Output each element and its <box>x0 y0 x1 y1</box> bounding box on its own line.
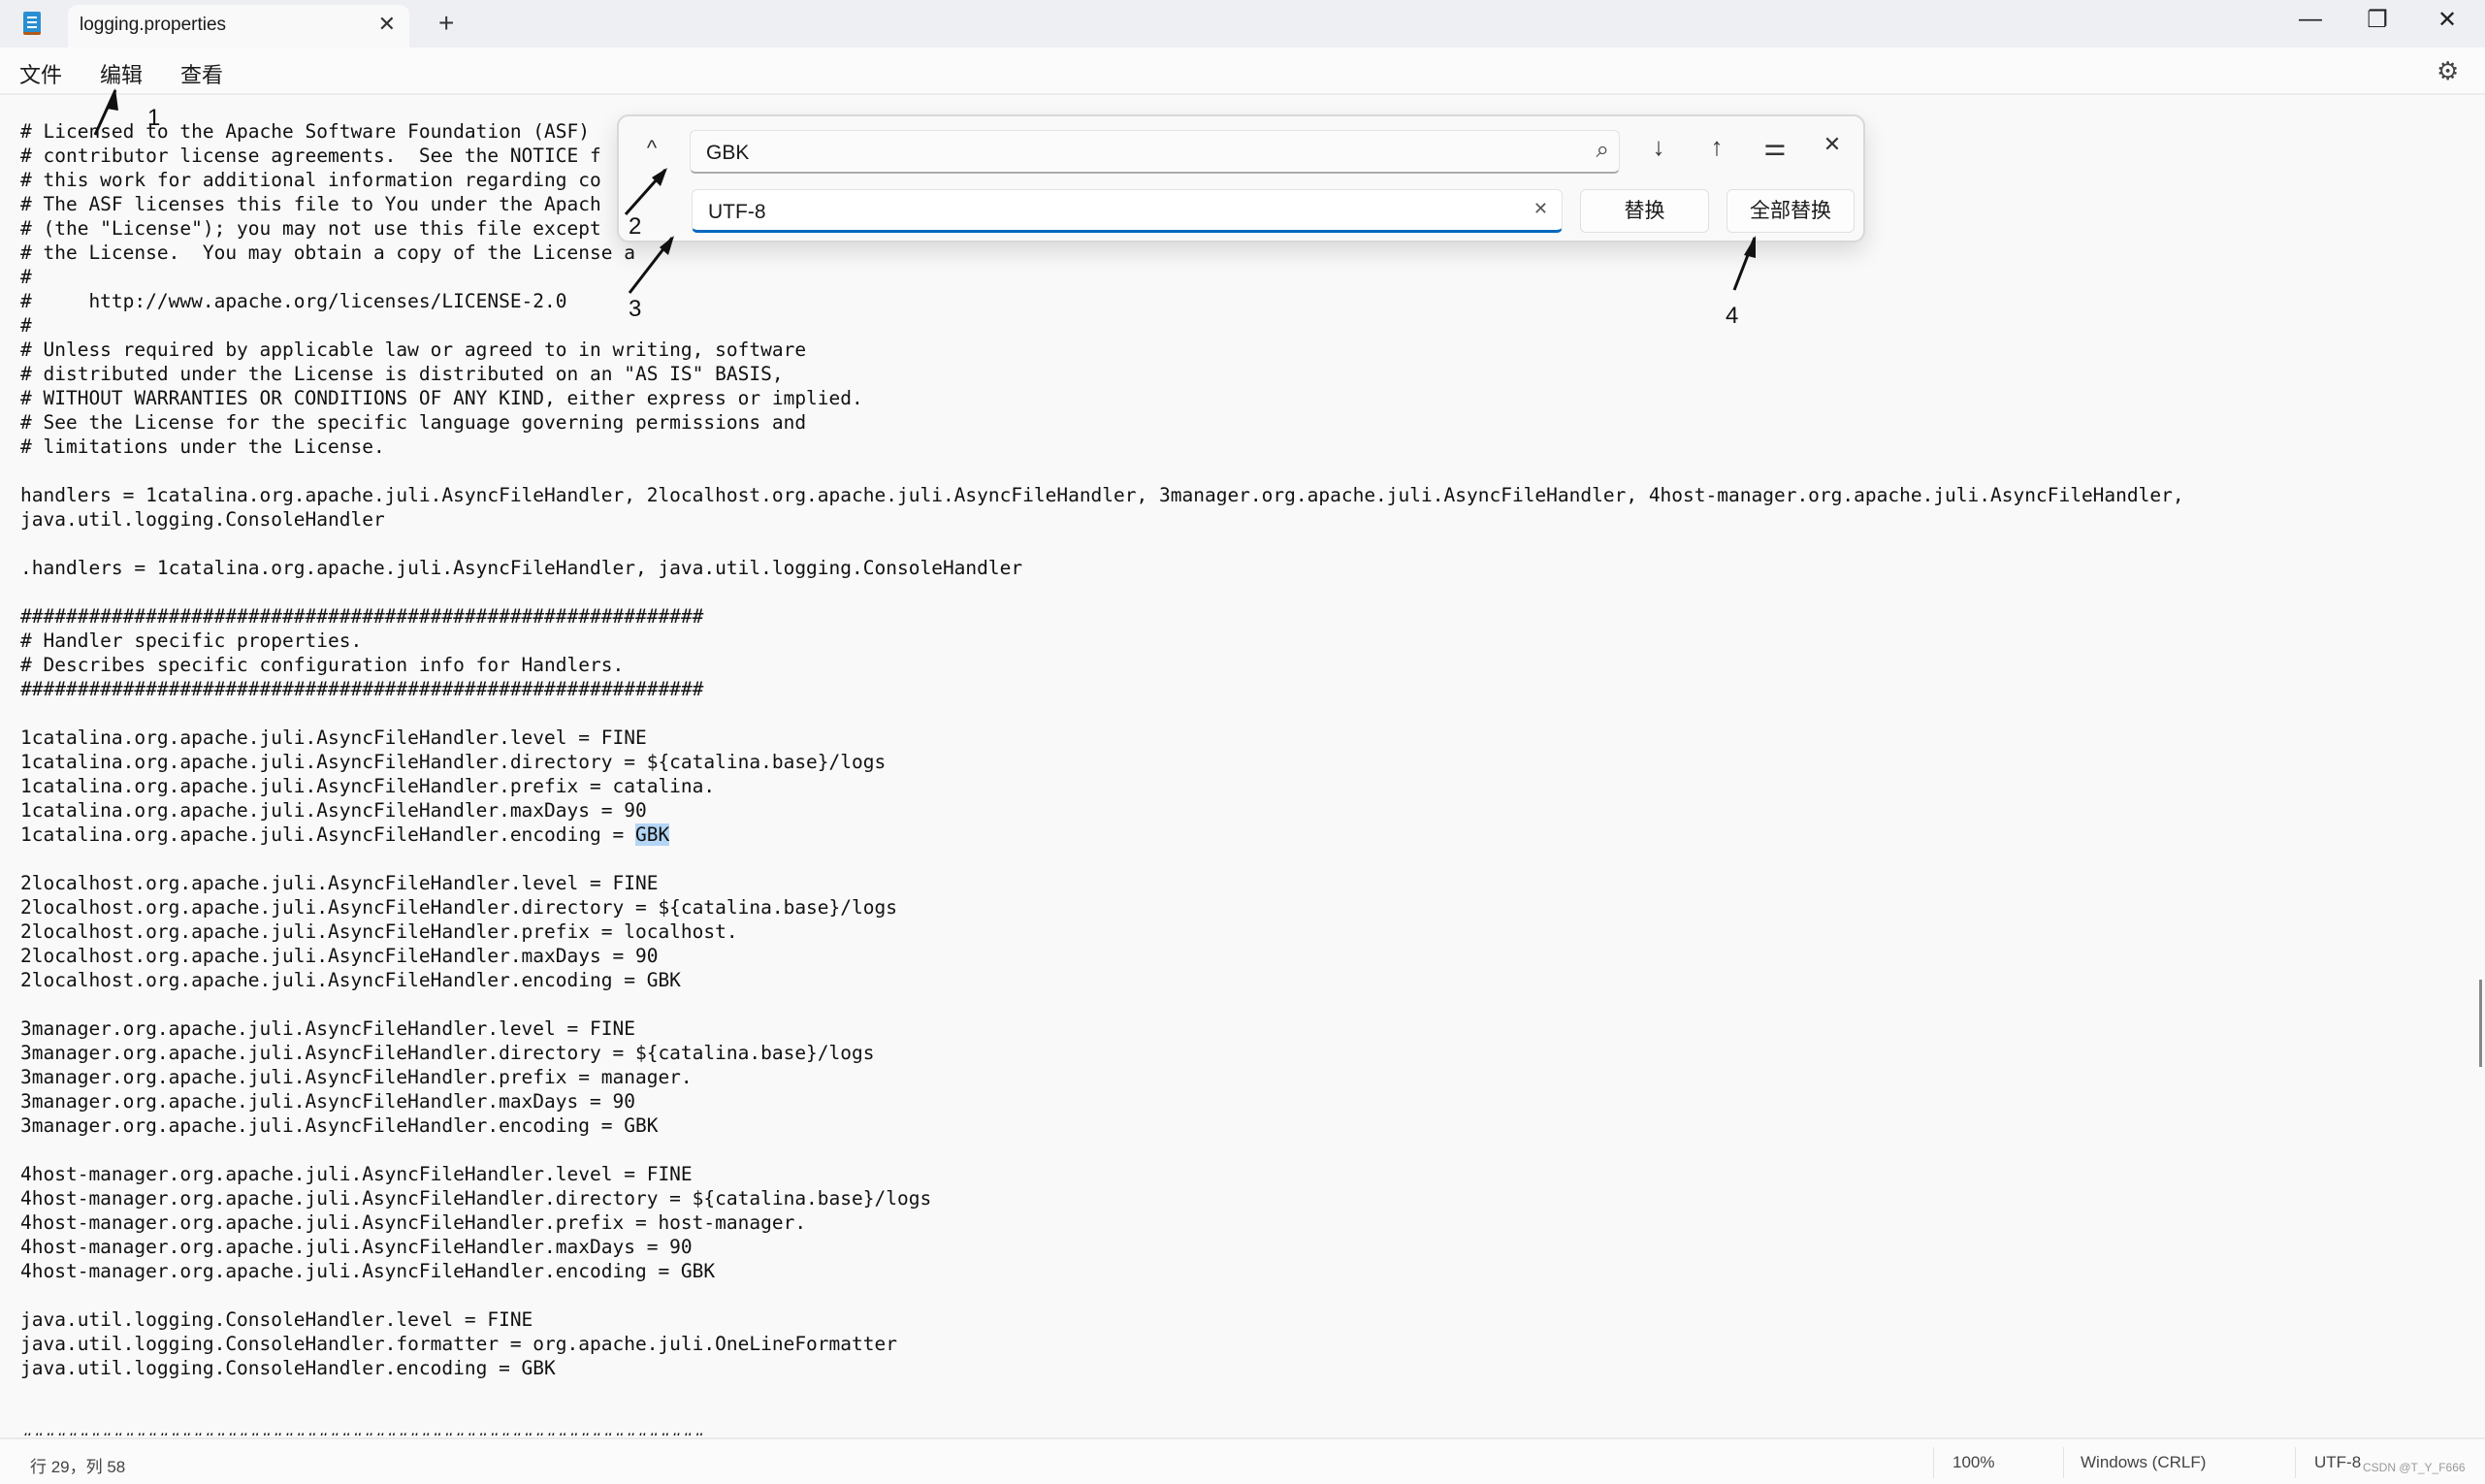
encoding[interactable]: UTF-8 <box>2314 1453 2361 1472</box>
divider <box>1933 1447 1934 1478</box>
editor-line: 3manager.org.apache.juli.AsyncFileHandle… <box>20 1090 635 1113</box>
editor-line: ########################################… <box>20 605 704 628</box>
editor-line-text: 1catalina.org.apache.juli.AsyncFileHandl… <box>20 823 635 846</box>
editor-line: 2localhost.org.apache.juli.AsyncFileHand… <box>20 969 681 991</box>
editor-line: # limitations under the License. <box>20 436 385 458</box>
editor-line: 4host-manager.org.apache.juli.AsyncFileH… <box>20 1211 807 1234</box>
editor-line: java.util.logging.ConsoleHandler.encodin… <box>20 1357 556 1379</box>
annotation-arrows <box>93 88 1757 294</box>
vertical-scrollbar[interactable] <box>2479 980 2482 1067</box>
annotation-label-1: 1 <box>147 105 161 131</box>
annotation-label-4: 4 <box>1726 303 1739 329</box>
editor-line: .handlers = 1catalina.org.apache.juli.As… <box>20 557 1023 579</box>
editor-line: 2localhost.org.apache.juli.AsyncFileHand… <box>20 945 659 967</box>
editor-line: ########################################… <box>20 1429 703 1436</box>
editor-line: 2localhost.org.apache.juli.AsyncFileHand… <box>20 872 659 894</box>
editor-line: # Handler specific properties. <box>20 629 363 652</box>
editor-line: 3manager.org.apache.juli.AsyncFileHandle… <box>20 1114 659 1137</box>
editor-line: 3manager.org.apache.juli.AsyncFileHandle… <box>20 1042 875 1064</box>
cursor-position: 行 29，列 58 <box>30 1458 126 1476</box>
divider <box>2063 1447 2064 1478</box>
editor-line: 1catalina.org.apache.juli.AsyncFileHandl… <box>20 799 647 822</box>
divider <box>2295 1447 2296 1478</box>
editor-line: 3manager.org.apache.juli.AsyncFileHandle… <box>20 1066 693 1088</box>
editor-line: 2localhost.org.apache.juli.AsyncFileHand… <box>20 896 897 919</box>
editor-line: ########################################… <box>20 678 704 700</box>
editor-line: 4host-manager.org.apache.juli.AsyncFileH… <box>20 1236 693 1258</box>
editor-line: 2localhost.org.apache.juli.AsyncFileHand… <box>20 920 738 943</box>
search-match-highlight: GBK <box>634 823 670 846</box>
line-ending[interactable]: Windows (CRLF) <box>2081 1453 2206 1472</box>
zoom-level[interactable]: 100% <box>1952 1453 1994 1472</box>
editor-line: 1catalina.org.apache.juli.AsyncFileHandl… <box>20 823 670 847</box>
annotation-arrowhead-4 <box>1744 236 1756 258</box>
editor-line: java.util.logging.ConsoleHandler.formatt… <box>20 1333 897 1355</box>
annotation-arrowhead-1 <box>107 88 118 111</box>
editor-line: 1catalina.org.apache.juli.AsyncFileHandl… <box>20 775 716 797</box>
watermark: CSDN @T_Y_F666 <box>2363 1461 2466 1474</box>
editor-line: # See the License for the specific langu… <box>20 411 807 434</box>
editor-line: java.util.logging.ConsoleHandler <box>20 508 385 531</box>
editor-line: # Describes specific configuration info … <box>20 654 625 676</box>
editor-line: 4host-manager.org.apache.juli.AsyncFileH… <box>20 1260 716 1282</box>
annotation-label-2: 2 <box>629 213 642 240</box>
editor-line: 1catalina.org.apache.juli.AsyncFileHandl… <box>20 751 887 773</box>
status-bar: 行 29，列 58 100% Windows (CRLF) UTF-8 CSDN… <box>0 1437 2485 1484</box>
editor-line: 1catalina.org.apache.juli.AsyncFileHandl… <box>20 726 647 749</box>
editor-line: 3manager.org.apache.juli.AsyncFileHandle… <box>20 1017 635 1040</box>
editor-line: handlers = 1catalina.org.apache.juli.Asy… <box>20 484 2184 506</box>
editor-line: # WITHOUT WARRANTIES OR CONDITIONS OF AN… <box>20 387 863 409</box>
editor-line: 4host-manager.org.apache.juli.AsyncFileH… <box>20 1187 932 1210</box>
editor-line: 4host-manager.org.apache.juli.AsyncFileH… <box>20 1163 693 1185</box>
annotation-label-3: 3 <box>629 296 642 322</box>
editor-line: java.util.logging.ConsoleHandler.level =… <box>20 1308 533 1331</box>
